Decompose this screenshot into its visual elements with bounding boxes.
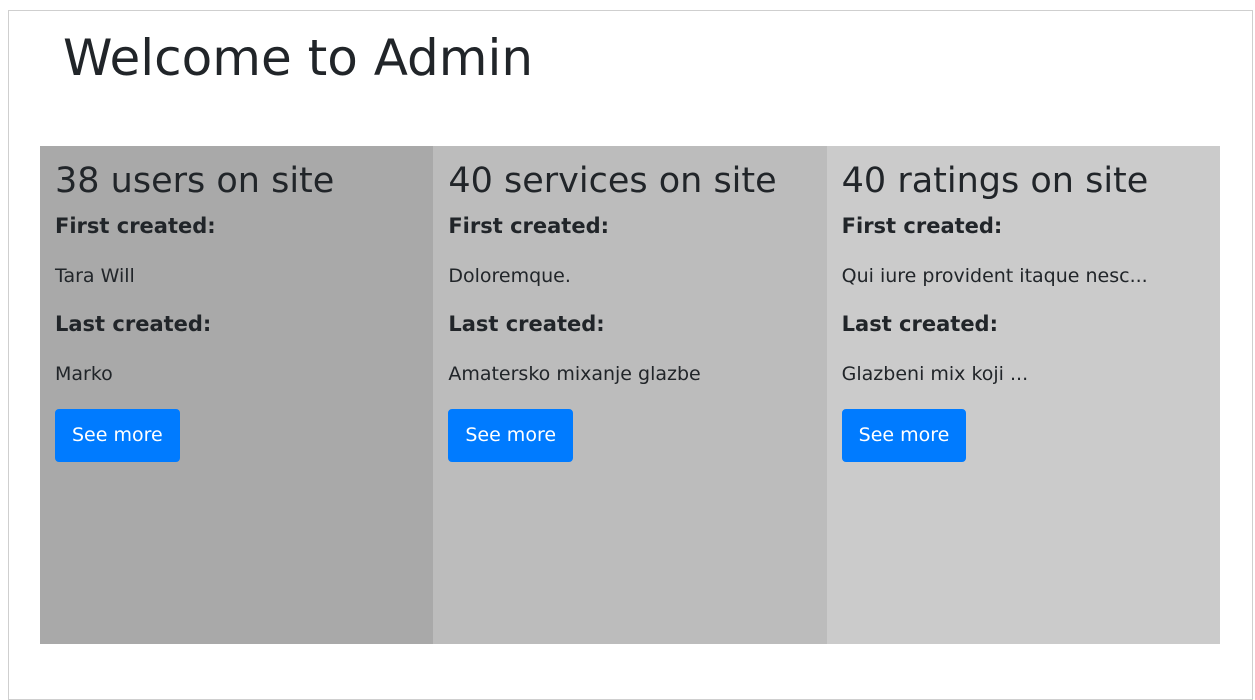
- ratings-first-created-label: First created:: [841, 214, 1003, 238]
- users-card-title: 38 users on site: [55, 161, 335, 201]
- services-card: 40 services on site First created: Dolor…: [433, 146, 827, 644]
- ratings-last-created-label: Last created:: [841, 311, 998, 336]
- users-last-created-value: Marko: [55, 362, 113, 385]
- services-first-created-value: Doloremque.: [448, 265, 571, 288]
- ratings-last-created-value: Glazbeni mix koji ...: [841, 362, 1029, 385]
- services-card-title: 40 services on site: [448, 161, 777, 201]
- ratings-card-title: 40 ratings on site: [841, 161, 1149, 201]
- ratings-first-created-value: Qui iure provident itaque nesc...: [841, 265, 1148, 288]
- services-last-created-value: Amatersko mixanje glazbe: [448, 362, 701, 385]
- ratings-card: 40 ratings on site First created: Qui iu…: [826, 146, 1220, 644]
- users-first-created-label: First created:: [55, 214, 216, 238]
- users-card: 38 users on site First created: Tara Wil…: [40, 146, 434, 644]
- services-first-created-label: First created:: [448, 214, 610, 238]
- stats-card-row: 38 users on site First created: Tara Wil…: [40, 146, 1220, 644]
- users-see-more-button[interactable]: See more: [55, 409, 180, 462]
- page-title: Welcome to Admin: [63, 29, 534, 87]
- services-last-created-label: Last created:: [448, 311, 605, 336]
- services-see-more-button[interactable]: See more: [448, 409, 574, 462]
- users-last-created-label: Last created:: [55, 311, 212, 336]
- users-first-created-value: Tara Will: [55, 265, 135, 288]
- ratings-see-more-button[interactable]: See more: [841, 409, 967, 462]
